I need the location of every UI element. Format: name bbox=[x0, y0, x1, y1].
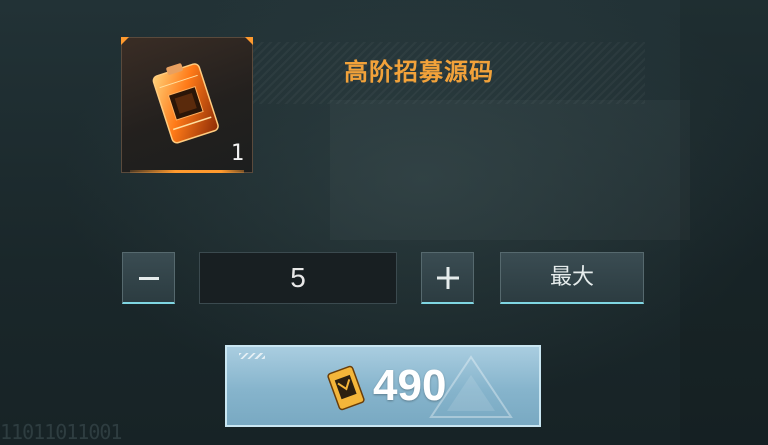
card-corner-accent bbox=[121, 37, 129, 45]
footer-code: 11011011001 bbox=[0, 420, 122, 444]
card-corner-accent bbox=[245, 37, 253, 45]
increase-quantity-button[interactable] bbox=[421, 252, 474, 304]
purchase-confirm-button[interactable]: 490 bbox=[225, 345, 541, 427]
max-quantity-button[interactable]: 最大 bbox=[500, 252, 644, 304]
decrease-quantity-button[interactable] bbox=[122, 252, 175, 304]
price-value: 490 bbox=[373, 361, 447, 410]
background-shade-right bbox=[680, 0, 768, 445]
gold-chip-currency-icon bbox=[327, 365, 365, 411]
minus-icon bbox=[138, 276, 159, 280]
background-shade bbox=[330, 100, 690, 240]
item-name: 高阶招募源码 bbox=[344, 57, 494, 86]
card-rarity-bar bbox=[130, 170, 244, 173]
button-stripe-decoration bbox=[239, 353, 265, 359]
quantity-input[interactable]: 5 bbox=[199, 252, 397, 304]
item-card[interactable]: 1 bbox=[121, 37, 253, 173]
owned-count: 1 bbox=[230, 141, 244, 166]
plus-icon bbox=[436, 266, 459, 289]
recruit-code-chip-icon bbox=[152, 63, 219, 144]
